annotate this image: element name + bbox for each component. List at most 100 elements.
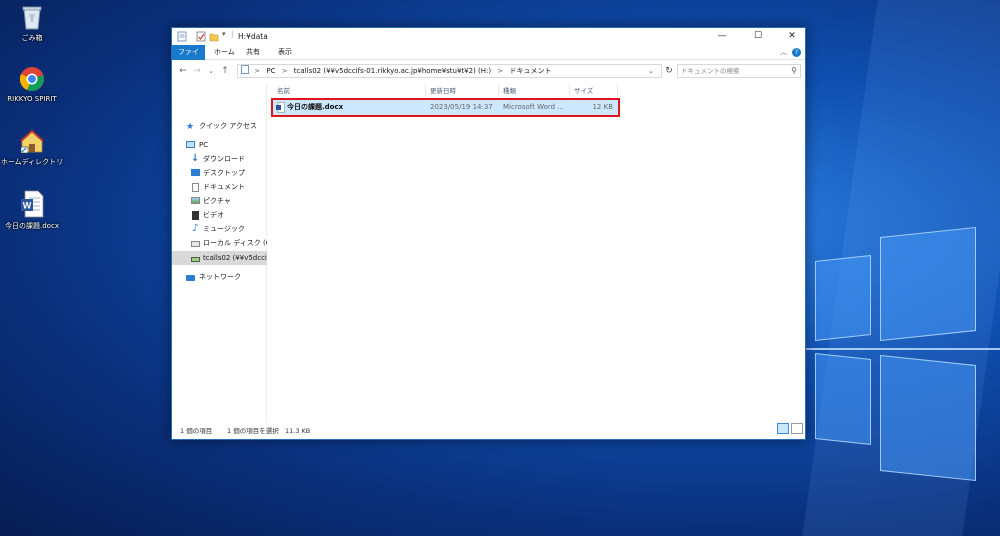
file-modified: 2023/05/19 14:37 <box>430 103 493 111</box>
local-disk-icon <box>191 241 200 247</box>
new-folder-icon[interactable] <box>209 31 219 42</box>
home-folder-shortcut-icon <box>20 129 44 154</box>
large-icons-view-button[interactable] <box>791 423 803 434</box>
file-size: 12 KB <box>592 103 613 111</box>
network-drive-icon <box>191 257 200 262</box>
help-icon[interactable]: ? <box>792 48 801 57</box>
chrome-icon <box>19 67 44 91</box>
refresh-button[interactable]: ↻ <box>663 64 675 78</box>
sidebar-item-label: デスクトップ <box>203 169 245 177</box>
file-row-selected[interactable]: 今日の課題.docx 2023/05/19 14:37 Microsoft Wo… <box>271 98 620 117</box>
tab-home[interactable]: ホーム <box>208 45 241 60</box>
file-list-pane: 名前 更新日時 種類 サイズ 今日の課題.docx 2023/05/19 14:… <box>269 83 805 423</box>
up-button[interactable]: ↑ <box>218 64 232 78</box>
sidebar-item-music[interactable]: ♪ ミュージック <box>172 222 267 236</box>
address-location-icon <box>241 65 249 74</box>
breadcrumb-documents[interactable]: ドキュメント <box>509 67 551 75</box>
desktop-icon-word-document[interactable]: W 今日の課題.docx <box>0 190 64 231</box>
network-icon <box>186 275 195 281</box>
recycle-bin-icon <box>22 6 42 30</box>
maximize-button[interactable]: ☐ <box>745 28 771 45</box>
tab-view[interactable]: 表示 <box>272 45 298 60</box>
sidebar-item-label: ビデオ <box>203 211 224 219</box>
sidebar-item-downloads[interactable]: ↓ ダウンロード <box>172 152 267 166</box>
sidebar-item-label: ダウンロード <box>203 155 245 163</box>
pictures-icon <box>191 197 200 204</box>
search-input[interactable]: ドキュメントの検索 ⚲ <box>677 64 801 78</box>
file-name: 今日の課題.docx <box>287 103 344 111</box>
breadcrumb-network-drive[interactable]: tcalls02 (¥¥v5dccifs-01.rikkyo.ac.jp¥hom… <box>294 67 491 75</box>
star-icon: ★ <box>186 122 195 132</box>
recent-locations-button[interactable]: ⌄ <box>204 64 218 78</box>
navigation-bar: ← → ⌄ ↑ > PC > tcalls02 (¥¥v5dccifs-01.r… <box>172 61 805 81</box>
sidebar-item-network[interactable]: ネットワーク <box>172 270 267 284</box>
sidebar-item-desktop[interactable]: デスクトップ <box>172 166 267 180</box>
sidebar-item-label: ピクチャ <box>203 197 231 205</box>
close-button[interactable]: ✕ <box>779 28 805 45</box>
word-document-icon <box>276 102 285 113</box>
address-bar[interactable]: > PC > tcalls02 (¥¥v5dccifs-01.rikkyo.ac… <box>237 64 662 78</box>
documents-icon <box>192 183 199 192</box>
sidebar-item-pc[interactable]: PC <box>172 138 267 152</box>
sidebar-item-label: ミュージック <box>203 225 245 233</box>
status-bar: 1 個の項目 1 個の項目を選択 11.3 KB <box>172 423 805 439</box>
sidebar-item-label: tcalls02 (¥¥v5dccifs <box>203 254 267 262</box>
forward-button[interactable]: → <box>190 64 204 78</box>
sidebar-item-label: ドキュメント <box>203 183 245 191</box>
navigation-pane: ★ クイック アクセス PC ↓ ダウンロード デスクトップ ドキュメント ピク… <box>172 83 267 423</box>
ribbon-expand-chevron-icon[interactable]: ︿ <box>780 47 787 57</box>
sidebar-item-label: PC <box>199 141 209 149</box>
address-dropdown-icon[interactable]: ⌄ <box>648 64 658 78</box>
quick-access-dropdown-icon[interactable]: ▾ <box>222 30 226 41</box>
desktop-icon-home-directory[interactable]: ホームディレクトリ <box>0 128 64 167</box>
ribbon-tabs: ファイル ホーム 共有 表示 ︿ ? <box>172 45 805 71</box>
back-button[interactable]: ← <box>176 64 190 78</box>
sidebar-item-videos[interactable]: ビデオ <box>172 208 267 222</box>
word-document-icon: W <box>21 190 44 218</box>
file-type: Microsoft Word ... <box>503 103 564 111</box>
column-header-name[interactable]: 名前 <box>273 85 426 97</box>
desktop-icon-chrome[interactable]: RIKKYO SPIRIT <box>0 66 64 103</box>
column-header-modified[interactable]: 更新日時 <box>426 85 499 97</box>
search-placeholder: ドキュメントの検索 <box>681 67 740 75</box>
search-icon: ⚲ <box>791 66 797 75</box>
svg-text:W: W <box>23 201 32 211</box>
window-title: H:¥data <box>238 32 268 41</box>
minimize-button[interactable]: — <box>709 28 735 45</box>
sidebar-item-label: ネットワーク <box>199 273 241 281</box>
sidebar-item-quick-access[interactable]: ★ クイック アクセス <box>172 119 267 133</box>
sidebar-item-network-drive[interactable]: tcalls02 (¥¥v5dccifs <box>172 251 267 265</box>
music-icon: ♪ <box>192 223 199 234</box>
breadcrumb-separator: > <box>281 67 288 75</box>
file-explorer-window: ▾ | H:¥data — ☐ ✕ ファイル ホーム 共有 表示 ︿ ? ← →… <box>171 27 806 440</box>
explorer-window-icon <box>177 31 187 42</box>
column-header-type[interactable]: 種類 <box>499 85 570 97</box>
column-header-size[interactable]: サイズ <box>570 85 618 97</box>
desktop-icon-label: RIKKYO SPIRIT <box>7 95 57 103</box>
status-selected-count: 1 個の項目を選択 <box>227 427 279 435</box>
tab-file[interactable]: ファイル <box>172 45 205 71</box>
wallpaper-logo-pane <box>815 255 871 341</box>
title-separator: | <box>231 30 234 38</box>
status-selected-size: 11.3 KB <box>285 427 311 435</box>
sidebar-item-local-disk[interactable]: ローカル ディスク (C:) <box>172 236 267 250</box>
download-icon: ↓ <box>191 153 200 164</box>
desktop-icon <box>191 169 200 176</box>
status-item-count: 1 個の項目 <box>180 427 213 435</box>
sidebar-item-label: クイック アクセス <box>199 122 257 130</box>
details-view-button[interactable] <box>777 423 789 434</box>
desktop-icon-label: 今日の課題.docx <box>5 222 59 230</box>
properties-icon[interactable] <box>196 31 206 42</box>
breadcrumb-pc[interactable]: PC <box>266 67 275 75</box>
sidebar-item-documents[interactable]: ドキュメント <box>172 180 267 194</box>
sidebar-item-pictures[interactable]: ピクチャ <box>172 194 267 208</box>
desktop-icon-recycle-bin[interactable]: ごみ箱 <box>0 4 64 43</box>
sidebar-item-label: ローカル ディスク (C:) <box>203 239 267 247</box>
breadcrumb-separator: > <box>497 67 504 75</box>
title-bar[interactable]: ▾ | H:¥data — ☐ ✕ <box>172 28 805 45</box>
wallpaper-light-line <box>806 348 1000 350</box>
desktop-icon-label: ごみ箱 <box>21 34 43 42</box>
tab-share[interactable]: 共有 <box>240 45 266 60</box>
videos-icon <box>192 211 199 220</box>
pc-icon <box>186 141 195 148</box>
